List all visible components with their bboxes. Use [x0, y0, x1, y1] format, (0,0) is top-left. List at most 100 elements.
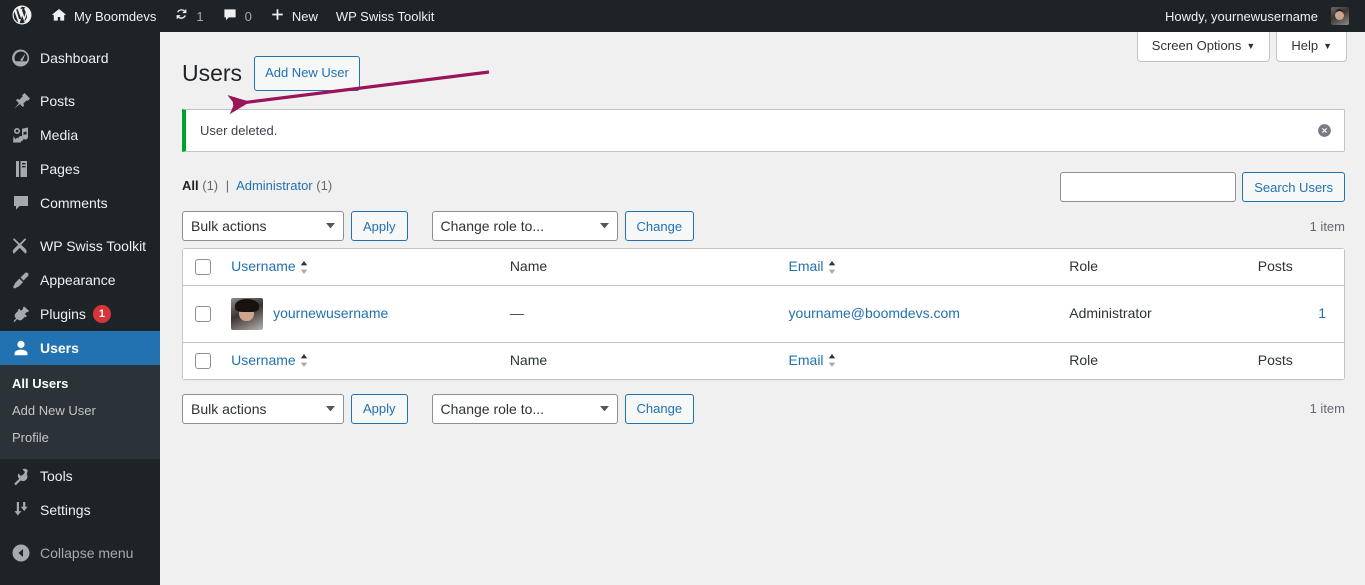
help-label: Help	[1291, 38, 1319, 53]
comment-bubble-icon	[222, 7, 238, 26]
wp-swiss-toolkit-menu[interactable]: WP Swiss Toolkit	[327, 0, 444, 32]
submenu-item-add-new-user[interactable]: Add New User	[0, 397, 160, 424]
column-footer-username[interactable]: Username	[221, 341, 500, 379]
column-header-email[interactable]: Email	[778, 249, 1060, 286]
column-label-username: Username	[231, 258, 296, 275]
new-content-label: New	[291, 8, 318, 24]
column-label-role: Role	[1069, 258, 1099, 275]
column-label-posts: Posts	[1257, 351, 1293, 368]
search-input[interactable]	[1060, 172, 1237, 203]
comments-count: 0	[244, 8, 252, 24]
sidebar-item-media[interactable]: Media	[0, 118, 160, 152]
change-role-button-bottom[interactable]: Change	[624, 393, 695, 424]
pages-icon	[11, 159, 31, 179]
search-users-button[interactable]: Search Users	[1242, 172, 1345, 203]
submenu-item-profile[interactable]: Profile	[0, 424, 160, 451]
table-row: yournewusername — yourname@boomdevs.com …	[183, 286, 1344, 342]
users-table-head: Username Name Email Role Posts	[183, 249, 1344, 286]
menu-spacer	[0, 220, 160, 229]
wordpress-logo-icon	[12, 5, 32, 28]
help-tab[interactable]: Help ▼	[1276, 32, 1347, 63]
column-label-posts: Posts	[1257, 258, 1293, 275]
change-role-select-top[interactable]: Change role to...	[431, 211, 618, 242]
sidebar-item-users[interactable]: Users	[0, 331, 168, 365]
new-content-menu[interactable]: New	[261, 0, 327, 32]
change-role-select-bottom[interactable]: Change role to...	[431, 393, 618, 424]
table-header-row: Username Name Email Role Posts	[183, 249, 1344, 286]
sidebar-item-settings[interactable]: Settings	[0, 493, 160, 527]
wp-swiss-toolkit-label: WP Swiss Toolkit	[335, 8, 435, 24]
row-checkbox[interactable]	[195, 305, 211, 322]
sort-username-link[interactable]: Username	[231, 257, 308, 277]
name-value: —	[509, 305, 524, 322]
sort-arrows-icon	[300, 260, 308, 274]
change-role-group-bottom: Change role to... Change	[431, 393, 695, 424]
select-all-checkbox-bottom[interactable]	[195, 352, 211, 369]
howdy-label: Howdy, yournewusername	[1165, 8, 1318, 24]
sidebar-item-label: Tools	[40, 468, 73, 484]
sidebar-item-plugins[interactable]: Plugins 1	[0, 297, 160, 331]
admin-bar: My Boomdevs 1 0 New WP Swiss Toolkit How…	[0, 0, 1365, 32]
change-role-button-top[interactable]: Change	[624, 211, 695, 242]
add-new-user-button[interactable]: Add New User	[254, 55, 360, 91]
menu-spacer	[0, 32, 160, 41]
menu-spacer	[0, 527, 160, 536]
sidebar-item-posts[interactable]: Posts	[0, 84, 160, 118]
sidebar-item-comments[interactable]: Comments	[0, 186, 160, 220]
comments-icon	[11, 193, 31, 213]
column-header-username[interactable]: Username	[221, 249, 500, 286]
page-title: Users	[182, 60, 243, 86]
column-footer-email[interactable]: Email	[778, 341, 1060, 379]
dismiss-circle-icon[interactable]	[1312, 119, 1336, 143]
bulk-actions-select-bottom[interactable]: Bulk actions	[182, 393, 344, 424]
sidebar-item-pages[interactable]: Pages	[0, 152, 160, 186]
sidebar-item-label: Users	[40, 340, 79, 356]
bulk-actions-select-wrap: Bulk actions	[182, 211, 344, 242]
email-link[interactable]: yourname@boomdevs.com	[789, 305, 960, 321]
updates-menu[interactable]: 1	[165, 0, 212, 32]
table-footer-row: Username Name Email Role Posts	[183, 341, 1344, 379]
sidebar-item-label: Pages	[40, 161, 80, 177]
column-header-name: Name	[499, 249, 779, 286]
apply-button-top[interactable]: Apply	[351, 211, 408, 242]
submenu-item-all-users[interactable]: All Users	[0, 370, 160, 397]
page-wrap: Users Add New User User deleted. All (1)…	[160, 32, 1365, 424]
sort-email-link[interactable]: Email	[789, 257, 836, 277]
sidebar-item-appearance[interactable]: Appearance	[0, 263, 160, 297]
notice-user-deleted: User deleted.	[182, 108, 1345, 153]
status-filter-links: All (1) | Administrator (1)	[182, 172, 332, 193]
filter-link-administrator[interactable]: Administrator	[236, 178, 313, 193]
comments-menu[interactable]: 0	[213, 0, 261, 32]
my-account-menu[interactable]: Howdy, yournewusername	[1156, 0, 1365, 32]
select-all-header	[183, 249, 222, 286]
dashboard-icon	[11, 48, 31, 68]
bulk-actions-select-top[interactable]: Bulk actions	[182, 211, 344, 242]
column-footer-posts: Posts	[1247, 341, 1344, 379]
column-footer-role: Role	[1059, 341, 1248, 379]
notice-message: User deleted.	[200, 122, 278, 138]
sort-username-link-bottom[interactable]: Username	[231, 351, 308, 371]
media-icon	[11, 125, 31, 145]
sidebar-item-label: Appearance	[40, 272, 116, 288]
collapse-menu-button[interactable]: Collapse menu	[0, 536, 160, 570]
column-label-email: Email	[788, 258, 824, 275]
select-all-checkbox-top[interactable]	[195, 259, 211, 276]
change-role-select-wrap: Change role to...	[431, 211, 618, 242]
collapse-arrow-icon	[11, 543, 31, 563]
sidebar-item-dashboard[interactable]: Dashboard	[0, 41, 160, 75]
filter-link-all[interactable]: All	[182, 178, 199, 193]
column-label-role: Role	[1069, 351, 1099, 368]
sidebar-item-tools[interactable]: Tools	[0, 459, 160, 493]
sidebar-item-label: Dashboard	[40, 50, 109, 66]
sidebar-item-wp-swiss-toolkit[interactable]: WP Swiss Toolkit	[0, 229, 160, 263]
column-label-username: Username	[231, 351, 296, 368]
wordpress-logo-menu[interactable]	[0, 0, 42, 32]
screen-options-tab[interactable]: Screen Options ▼	[1136, 32, 1271, 63]
posts-count-link[interactable]: 1	[1318, 305, 1326, 321]
apply-button-bottom[interactable]: Apply	[351, 393, 408, 424]
sort-email-link-bottom[interactable]: Email	[789, 351, 836, 371]
updates-icon	[174, 7, 189, 25]
username-link[interactable]: yournewusername	[273, 303, 388, 324]
site-name-menu[interactable]: My Boomdevs	[42, 0, 165, 32]
chevron-down-icon: ▼	[1323, 41, 1332, 51]
